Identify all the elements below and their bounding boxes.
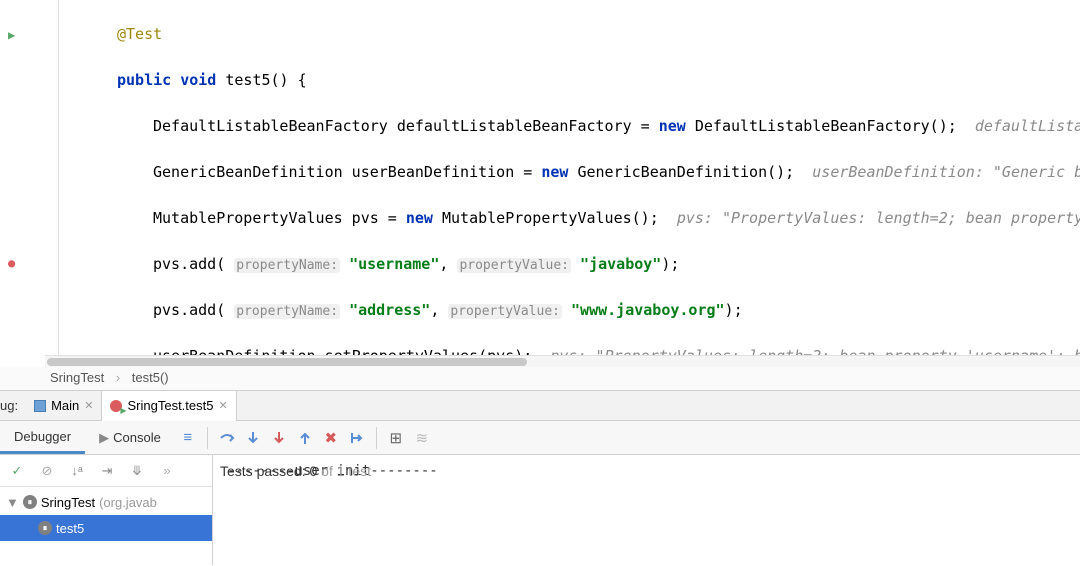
application-icon [34,400,46,412]
breakpoint-icon[interactable]: ● [8,256,15,270]
editor-gutter: ▶ ● [0,0,45,355]
param-hint: propertyValue: [457,258,571,273]
code-text: , [439,255,457,273]
breadcrumb-method[interactable]: test5() [132,370,169,385]
inline-hint: pvs: "PropertyValues: length=2; bean pro… [677,209,1080,227]
kw-new: new [406,209,433,227]
kw-void: void [180,71,216,89]
show-passed-icon[interactable]: ✓ [6,460,28,482]
code-text: userBeanDefinition.setPropertyValues(pvs… [153,347,550,355]
close-icon[interactable]: ✕ [84,399,93,412]
test-class-name: SringTest [41,495,95,510]
tab-label: SringTest.test5 [127,398,213,413]
expand-icon[interactable]: ⤋ [126,460,148,482]
code-text: MutablePropertyValues(); [433,209,677,227]
console-icon: ▶ [99,430,109,446]
force-step-into-icon[interactable] [266,425,292,451]
code-text: ); [725,301,743,319]
inline-hint: userBeanDefinition: "Generic bean: c [812,163,1080,181]
tab-sringtest[interactable]: SringTest.test5 ✕ [101,391,236,421]
paused-status-icon: ⏸ [23,495,37,509]
tests-passed-status: Tests passed: 0 of 1 test [220,463,371,479]
step-into-icon[interactable] [240,425,266,451]
tab-label: Main [51,398,79,413]
debug-lower-panel: ✓ ⊘ ↓ᵃ ⇥ ⤋ » Tests passed: 0 of 1 test ▼… [0,455,1080,565]
annotation: @Test [117,25,162,43]
debugger-toolbar: Debugger ▶ Console ≡ ✖ ⊞ ≋ [0,421,1080,455]
code-editor[interactable]: ▶ ● @Test public void test5() { DefaultL… [0,0,1080,355]
fold-gutter [45,0,59,355]
separator [207,427,208,449]
kw-public: public [117,71,171,89]
method-name: test5() { [225,71,306,89]
console-tab[interactable]: ▶ Console [85,421,175,454]
inline-hint: defaultListableBea [975,117,1080,135]
code-text: pvs.add( [153,301,234,319]
show-ignored-icon[interactable]: ⊘ [36,460,58,482]
param-hint: propertyName: [234,304,340,319]
kw-new: new [541,163,568,181]
settings-icon[interactable]: ≡ [175,425,201,451]
run-to-cursor-icon[interactable] [344,425,370,451]
test-tree-body[interactable]: ▼ ⏸ SringTest (org.javab ⏸ test5 [0,487,212,541]
step-over-icon[interactable] [214,425,240,451]
code-text: MutablePropertyValues pvs = [153,209,406,227]
evaluate-icon[interactable]: ⊞ [383,425,409,451]
status-label: Tests passed: [220,463,310,479]
scrollbar-thumb[interactable] [47,358,527,366]
code-text: DefaultListableBeanFactory(); [686,117,975,135]
close-icon[interactable]: ✕ [218,399,227,412]
horizontal-scrollbar[interactable] [45,355,1080,367]
breadcrumb[interactable]: SringTest › test5() [0,367,1080,391]
run-gutter-icon[interactable]: ▶ [8,28,15,42]
status-suffix: of 1 test [317,463,371,479]
debugger-tab[interactable]: Debugger [0,421,85,454]
tab-main[interactable]: Main ✕ [26,391,101,421]
step-out-icon[interactable] [292,425,318,451]
param-hint: propertyValue: [448,304,562,319]
string-literal: "www.javaboy.org" [571,301,725,319]
separator [376,427,377,449]
test-tree-panel: ✓ ⊘ ↓ᵃ ⇥ ⤋ » Tests passed: 0 of 1 test ▼… [0,455,213,565]
chevron-down-icon[interactable]: ▼ [6,495,19,510]
package-name: (org.javab [99,495,157,510]
inline-hint: pvs: "PropertyValues: length=2; bean pro… [550,347,1080,355]
code-text: pvs.add( [153,255,234,273]
breadcrumb-class[interactable]: SringTest [50,370,104,385]
chevron-right-icon: › [116,370,120,385]
test-method-name: test5 [56,521,84,536]
sort-icon[interactable]: ↓ᵃ [66,460,88,482]
collapse-icon[interactable]: ⇥ [96,460,118,482]
code-text: GenericBeanDefinition userBeanDefinition… [153,163,541,181]
run-config-tabs: ug: Main ✕ SringTest.test5 ✕ [0,391,1080,421]
debug-tool-label: ug: [0,398,26,413]
tab-label: Console [113,430,161,445]
code-text: GenericBeanDefinition(); [568,163,812,181]
chevron-right-icon[interactable]: » [156,460,178,482]
test-run-icon [110,400,122,412]
string-literal: "username" [349,255,439,273]
test-tree-root[interactable]: ▼ ⏸ SringTest (org.javab [0,489,212,515]
code-content[interactable]: @Test public void test5() { DefaultLista… [59,0,1080,355]
kw-new: new [659,117,686,135]
code-text: , [430,301,448,319]
string-literal: "address" [349,301,430,319]
test-tree-toolbar: ✓ ⊘ ↓ᵃ ⇥ ⤋ » Tests passed: 0 of 1 test [0,455,212,487]
test-tree-item-test5[interactable]: ⏸ test5 [0,515,212,541]
trace-icon[interactable]: ≋ [409,425,435,451]
paused-status-icon: ⏸ [38,521,52,535]
code-text: ); [661,255,679,273]
code-text: DefaultListableBeanFactory defaultListab… [153,117,659,135]
debug-panel: ug: Main ✕ SringTest.test5 ✕ Debugger ▶ … [0,391,1080,565]
string-literal: "javaboy" [580,255,661,273]
drop-frame-icon[interactable]: ✖ [318,425,344,451]
param-hint: propertyName: [234,258,340,273]
